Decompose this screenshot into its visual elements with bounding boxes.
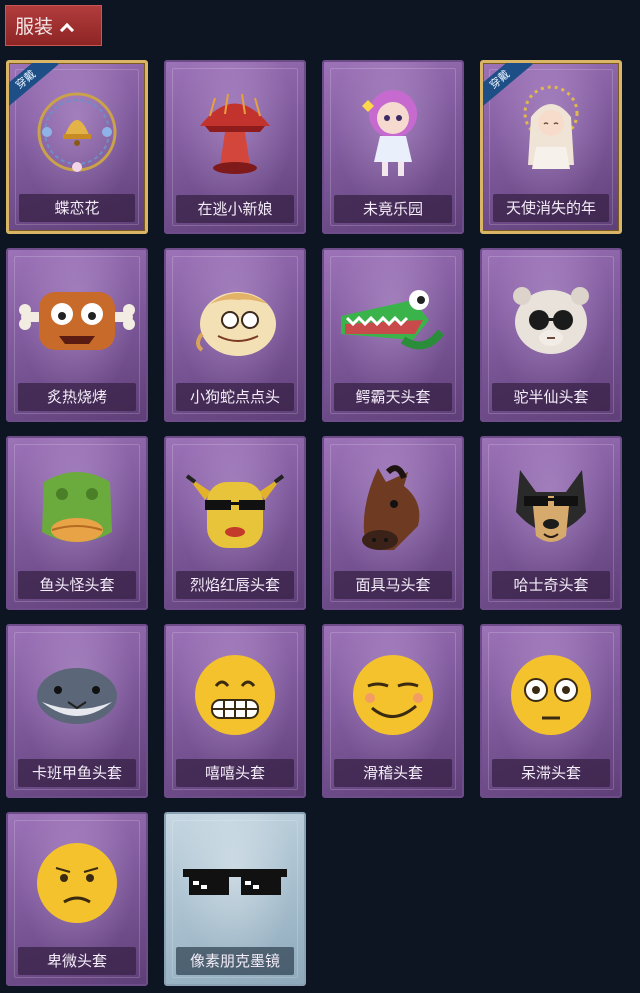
costume-item-label: 嘻嘻头套 bbox=[176, 759, 294, 787]
crocodile-mask-icon bbox=[324, 264, 462, 374]
costume-item-card[interactable]: 小狗蛇点点头 bbox=[164, 248, 306, 422]
costume-item-card[interactable]: 像素朋克墨镜 bbox=[164, 812, 306, 986]
husky-mask-icon bbox=[482, 452, 620, 562]
costume-item-label: 呆滞头套 bbox=[492, 759, 610, 787]
alpaca-mask-icon bbox=[482, 264, 620, 374]
costume-item-label: 未竟乐园 bbox=[334, 195, 452, 223]
costume-item-card[interactable]: 未竟乐园 bbox=[322, 60, 464, 234]
costume-item-card[interactable]: 驼半仙头套 bbox=[480, 248, 622, 422]
costume-item-card[interactable]: 穿戴 蝶恋花 bbox=[6, 60, 148, 234]
costume-item-label: 小狗蛇点点头 bbox=[176, 383, 294, 411]
shy-emoji-icon bbox=[8, 828, 146, 938]
yellow-mask-icon bbox=[166, 452, 304, 562]
costume-item-card[interactable]: 嘻嘻头套 bbox=[164, 624, 306, 798]
doll-figure-icon bbox=[324, 76, 462, 186]
horse-mask-icon bbox=[324, 452, 462, 562]
angel-doll-icon bbox=[483, 77, 619, 187]
chevron-up-icon bbox=[61, 24, 71, 34]
costume-item-card[interactable]: 滑稽头套 bbox=[322, 624, 464, 798]
costume-item-card[interactable]: 在逃小新娘 bbox=[164, 60, 306, 234]
costume-item-card[interactable]: 鳄霸天头套 bbox=[322, 248, 464, 422]
grin-emoji-icon bbox=[166, 640, 304, 750]
costume-item-card[interactable]: 鱼头怪头套 bbox=[6, 436, 148, 610]
costume-item-card[interactable]: 炙热烧烤 bbox=[6, 248, 148, 422]
red-mushroom-dress-icon bbox=[166, 76, 304, 186]
costume-item-label: 驼半仙头套 bbox=[492, 383, 610, 411]
fish-mask-icon bbox=[8, 452, 146, 562]
costume-item-card[interactable]: 烈焰红唇头套 bbox=[164, 436, 306, 610]
costume-item-card[interactable]: 卡班甲鱼头套 bbox=[6, 624, 148, 798]
costume-item-label: 哈士奇头套 bbox=[492, 571, 610, 599]
costume-item-label: 蝶恋花 bbox=[19, 194, 135, 222]
costume-item-label: 滑稽头套 bbox=[334, 759, 452, 787]
stunned-emoji-icon bbox=[482, 640, 620, 750]
costume-item-label: 天使消失的年 bbox=[493, 194, 609, 222]
shark-mask-icon bbox=[8, 640, 146, 750]
costume-tab-label: 服装 bbox=[15, 16, 54, 38]
costume-item-label: 像素朋克墨镜 bbox=[176, 947, 294, 975]
smirk-emoji-icon bbox=[324, 640, 462, 750]
costume-item-card[interactable]: 面具马头套 bbox=[322, 436, 464, 610]
costume-tab[interactable]: 服装 bbox=[5, 5, 102, 46]
costume-item-label: 鳄霸天头套 bbox=[334, 383, 452, 411]
bell-wreath-icon bbox=[9, 77, 145, 187]
costume-item-label: 烈焰红唇头套 bbox=[176, 571, 294, 599]
costume-item-card[interactable]: 哈士奇头套 bbox=[480, 436, 622, 610]
costume-item-card[interactable]: 呆滞头套 bbox=[480, 624, 622, 798]
costume-item-label: 卑微头套 bbox=[18, 947, 136, 975]
costume-item-card[interactable]: 穿戴 天使消失的年 bbox=[480, 60, 622, 234]
costume-item-label: 鱼头怪头套 bbox=[18, 571, 136, 599]
meat-mask-icon bbox=[8, 264, 146, 374]
costume-item-label: 面具马头套 bbox=[334, 571, 452, 599]
costume-item-label: 炙热烧烤 bbox=[18, 383, 136, 411]
pixel-sunglasses-icon bbox=[166, 828, 304, 938]
costume-item-card[interactable]: 卑微头套 bbox=[6, 812, 148, 986]
costume-item-label: 卡班甲鱼头套 bbox=[18, 759, 136, 787]
costume-item-label: 在逃小新娘 bbox=[176, 195, 294, 223]
snake-dog-mask-icon bbox=[166, 264, 304, 374]
